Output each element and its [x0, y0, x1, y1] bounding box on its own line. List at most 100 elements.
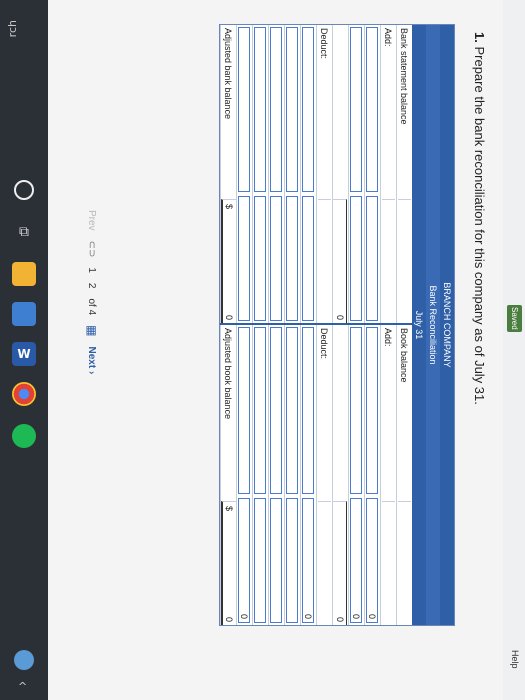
- next-label: Next: [86, 346, 98, 369]
- book-deduct-item-row: [252, 325, 268, 625]
- bank-deduct-row: Deduct:: [316, 25, 332, 323]
- book-deduct-item-row: [268, 325, 284, 625]
- bank-deduct-item-select[interactable]: [254, 27, 267, 192]
- book-add-spacer: [382, 501, 395, 625]
- bank-statement-row: Bank statement balance: [396, 25, 412, 323]
- bank-add-row: Add:: [380, 25, 396, 323]
- bank-deduct-item-row: [268, 25, 284, 323]
- bank-deduct-item-amount[interactable]: [302, 196, 315, 321]
- company-name: BRANCH COMPANY: [442, 282, 452, 368]
- spotify-icon[interactable]: [12, 424, 36, 448]
- bank-deduct-item-select[interactable]: [302, 27, 315, 192]
- book-side: Book balance Add: 0 0 0 Deduct: 0 0 Adju…: [220, 325, 412, 625]
- bank-add-item-amount[interactable]: [366, 196, 379, 321]
- pagination: Prev ⊂⊃ 1 2 of 4 ▦ Next ›: [85, 210, 99, 374]
- cortana-circle-icon[interactable]: [14, 180, 34, 200]
- book-balance-input[interactable]: [398, 501, 411, 625]
- bank-add-item-row: [364, 25, 380, 323]
- question-body: Prepare the bank reconciliation for this…: [472, 46, 487, 405]
- recon-title: Bank Reconciliation: [426, 25, 440, 625]
- app-icon[interactable]: [12, 302, 36, 326]
- next-button[interactable]: Next ›: [87, 346, 98, 374]
- book-deduct-label: Deduct:: [319, 328, 330, 360]
- bank-add-label: Add:: [383, 28, 394, 47]
- bank-deduct-item-amount[interactable]: [270, 196, 283, 321]
- bank-deduct-spacer: [318, 199, 331, 323]
- bank-deduct-item-amount[interactable]: [238, 196, 251, 321]
- book-deduct-item-amount[interactable]: 0: [238, 498, 251, 623]
- bank-deduct-item-amount[interactable]: [254, 196, 267, 321]
- bank-add-item-row: [348, 25, 364, 323]
- book-deduct-item-amount[interactable]: [254, 498, 267, 623]
- bank-subtotal-value: 0: [333, 199, 348, 323]
- adjusted-bank-value: $ 0: [221, 199, 236, 323]
- bank-deduct-item-row: [252, 25, 268, 323]
- book-deduct-item-row: 0: [300, 325, 316, 625]
- bank-deduct-item-select[interactable]: [286, 27, 299, 192]
- content-area: 1. Prepare the bank reconciliation for t…: [48, 0, 503, 700]
- book-deduct-item-amount[interactable]: [270, 498, 283, 623]
- book-add-row: Add:: [380, 325, 396, 625]
- app-header: Saved Help: [502, 0, 525, 700]
- book-add-item-select[interactable]: [366, 327, 379, 494]
- recon-body: Bank statement balance Add: 0 Deduct: Ad…: [220, 25, 412, 625]
- book-add-label: Add:: [383, 328, 394, 347]
- book-deduct-item-row: 0: [236, 325, 252, 625]
- reconciliation-table: BRANCH COMPANY Bank Reconciliation July …: [219, 24, 455, 626]
- adjusted-book-amount: 0: [224, 616, 235, 622]
- book-balance-label: Book balance: [399, 328, 410, 383]
- book-subtotal-value: 0: [333, 501, 348, 625]
- book-add-item-row: 0: [348, 325, 364, 625]
- book-add-item-row: 0: [364, 325, 380, 625]
- prev-button[interactable]: Prev: [87, 210, 98, 231]
- bank-deduct-item-row: [284, 25, 300, 323]
- store-icon[interactable]: [12, 262, 36, 286]
- question-text: 1. Prepare the bank reconciliation for t…: [472, 32, 487, 405]
- chevron-up-icon[interactable]: ^: [18, 680, 27, 693]
- recon-header: BRANCH COMPANY Bank Reconciliation July …: [412, 25, 454, 625]
- windows-taskbar: rch ⧉ W ^: [0, 0, 48, 700]
- link-icon: ⊂⊃: [86, 240, 98, 258]
- bank-deduct-label: Deduct:: [319, 28, 330, 60]
- chrome-icon[interactable]: [12, 382, 36, 406]
- bank-statement-input[interactable]: [398, 199, 411, 323]
- bank-deduct-item-row: [236, 25, 252, 323]
- bank-statement-label: Bank statement balance: [399, 28, 410, 125]
- page-number[interactable]: 2: [87, 283, 98, 289]
- book-add-item-amount[interactable]: 0: [366, 498, 379, 623]
- book-deduct-item-amount[interactable]: 0: [302, 498, 315, 623]
- page-number[interactable]: 1: [87, 267, 98, 273]
- bank-add-item-select[interactable]: [366, 27, 379, 192]
- book-deduct-item-select[interactable]: [254, 327, 267, 494]
- help-circle-icon[interactable]: [14, 650, 34, 670]
- dollar-sign: $: [224, 506, 235, 512]
- taskbar-search-text[interactable]: rch: [6, 20, 19, 37]
- saved-badge: Saved: [507, 305, 522, 332]
- adjusted-book-label: Adjusted book balance: [223, 328, 234, 420]
- question-number: 1.: [472, 32, 487, 43]
- bank-deduct-item-amount[interactable]: [286, 196, 299, 321]
- book-deduct-item-select[interactable]: [270, 327, 283, 494]
- book-add-item-select[interactable]: [350, 327, 363, 494]
- bank-add-item-select[interactable]: [350, 27, 363, 192]
- grid-icon[interactable]: ▦: [85, 325, 99, 336]
- adjusted-bank-label: Adjusted bank balance: [223, 28, 234, 120]
- recon-date: July 31: [414, 310, 424, 340]
- book-deduct-item-select[interactable]: [238, 327, 251, 494]
- book-subtotal-row: 0: [332, 325, 348, 625]
- book-deduct-spacer: [318, 501, 331, 625]
- book-balance-row: Book balance: [396, 325, 412, 625]
- page-count: of 4: [86, 298, 98, 316]
- adjusted-book-row: Adjusted book balance $ 0: [220, 325, 236, 625]
- help-link[interactable]: Help: [510, 650, 520, 669]
- bank-deduct-item-select[interactable]: [238, 27, 251, 192]
- bank-add-item-amount[interactable]: [350, 196, 363, 321]
- book-deduct-item-select[interactable]: [302, 327, 315, 494]
- bank-deduct-item-select[interactable]: [270, 27, 283, 192]
- task-view-icon[interactable]: ⧉: [12, 220, 36, 244]
- book-deduct-item-select[interactable]: [286, 327, 299, 494]
- word-icon[interactable]: W: [12, 342, 36, 366]
- book-deduct-row: Deduct:: [316, 325, 332, 625]
- book-add-item-amount[interactable]: 0: [350, 498, 363, 623]
- book-deduct-item-amount[interactable]: [286, 498, 299, 623]
